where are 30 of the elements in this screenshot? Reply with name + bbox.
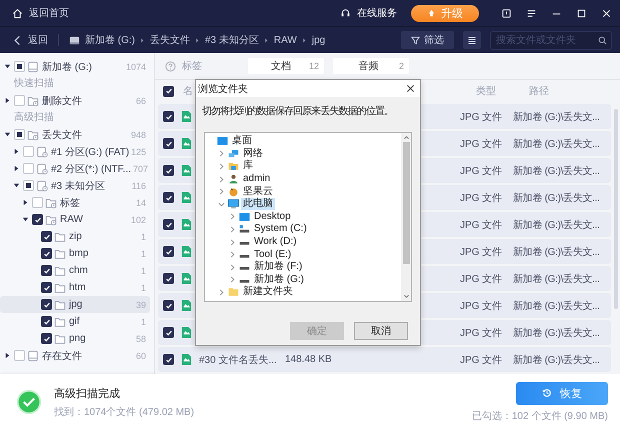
file-type: JPG 文件 — [460, 138, 504, 150]
file-type: JPG 文件 — [460, 272, 504, 286]
file-path: 新加卷 (G:)\丢失文... — [513, 192, 601, 204]
file-type: JPG 文件 — [460, 110, 504, 124]
file-type: JPG 文件 — [460, 300, 504, 312]
file-path: 新加卷 (G:)\丢失文... — [513, 326, 601, 340]
file-type: JPG 文件 — [460, 164, 504, 178]
section-heading: 快速扫描 — [12, 76, 55, 91]
section-heading: 高级扫描 — [13, 110, 55, 125]
file-path: 新加卷 (G:)\丢失文... — [513, 354, 601, 366]
dialog-message: 切勿将找到的数据保存回原来丢失数据的位置。 — [201, 104, 394, 119]
file-name: #30 文件名丢失... — [199, 354, 278, 366]
file-type: JPG 文件 — [460, 192, 504, 204]
selected-summary: 已勾选：102 个文件 (9.90 MB) — [472, 410, 608, 422]
file-type: JPG 文件 — [460, 354, 504, 366]
found-summary: 找到：1074个文件 (479.02 MB) — [54, 406, 194, 418]
file-type: JPG 文件 — [460, 246, 504, 258]
dialog-title: 浏览文件夹 — [198, 82, 248, 96]
file-path: 新加卷 (G:)\丢失文... — [513, 164, 601, 178]
file-path: 新加卷 (G:)\丢失文... — [513, 300, 601, 312]
file-path: 新加卷 (G:)\丢失文... — [513, 218, 601, 232]
file-path: 新加卷 (G:)\丢失文... — [513, 138, 601, 150]
file-type: JPG 文件 — [460, 218, 504, 232]
file-type: JPG 文件 — [460, 326, 504, 340]
file-path: 新加卷 (G:)\丢失文... — [513, 246, 601, 258]
file-path: 新加卷 (G:)\丢失文... — [513, 272, 601, 286]
tags-label: 标签 — [182, 60, 203, 73]
file-path: 新加卷 (G:)\丢失文... — [513, 110, 601, 124]
file-size: 148.48 KB — [285, 354, 333, 365]
scan-status: 高级扫描完成 — [54, 386, 121, 400]
